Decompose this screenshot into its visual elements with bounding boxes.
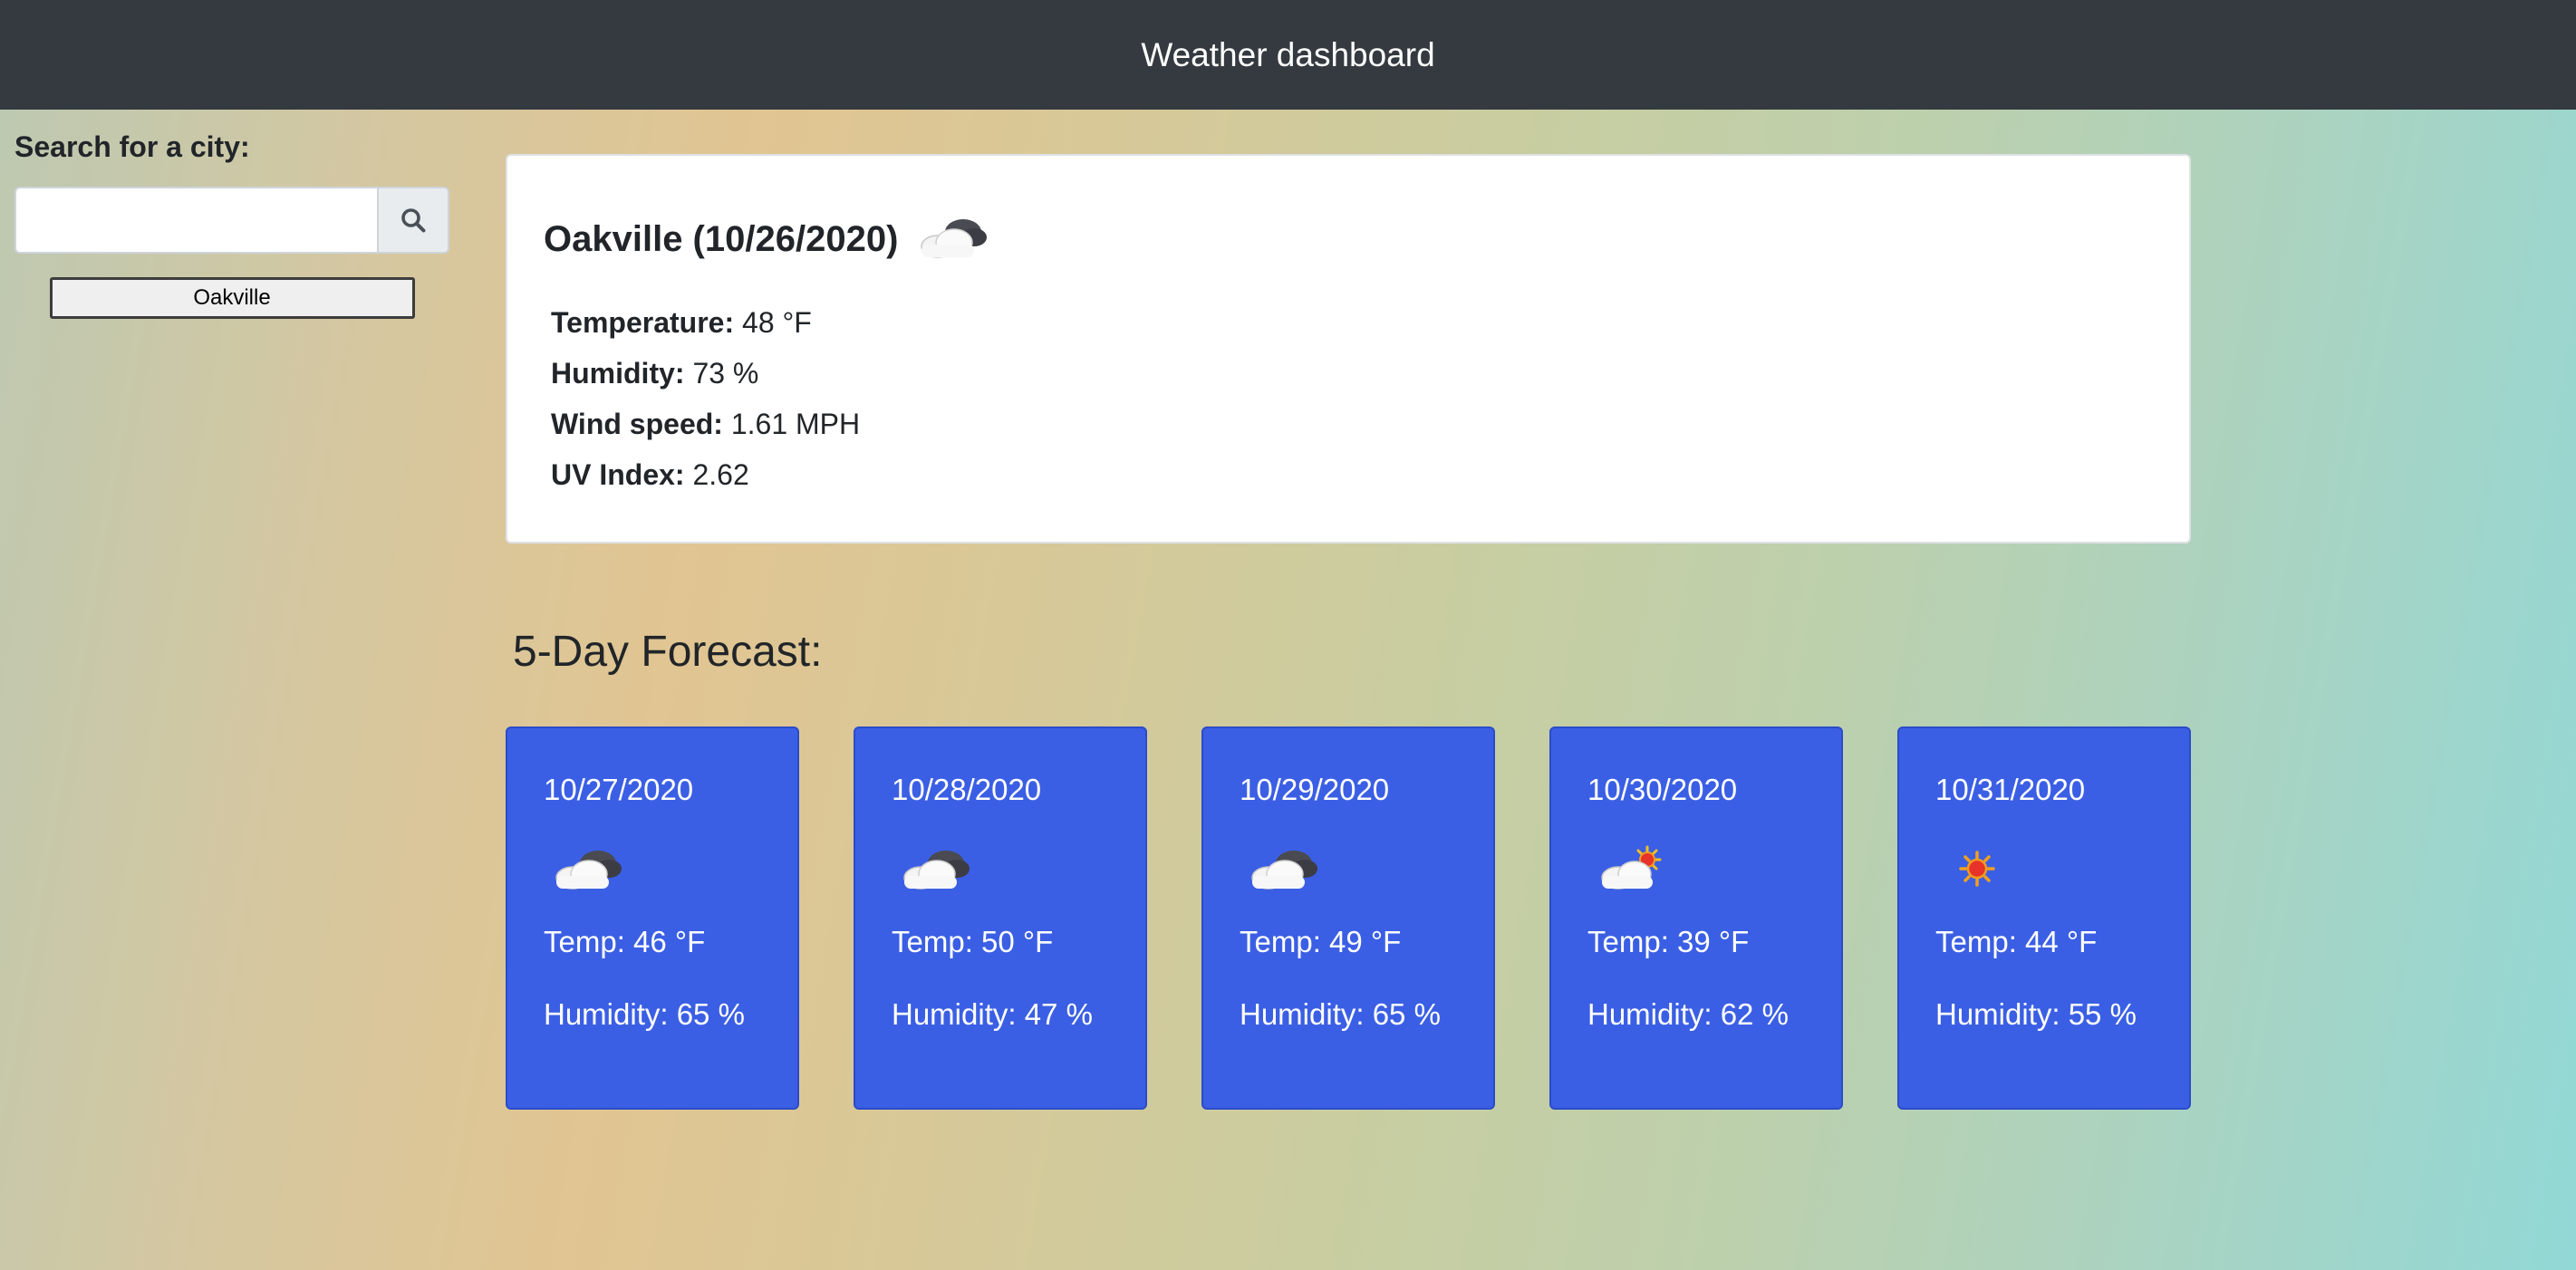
history-button-oakville[interactable]: Oakville [49,277,415,319]
sun-icon [1935,837,2189,900]
current-weather-header: Oakville (10/26/2020) [544,203,2153,275]
forecast-humidity: Humidity: 62 % [1587,997,1789,1031]
forecast-title: 5-Day Forecast: [513,628,823,676]
wind-row: Wind speed: 1.61 MPH [551,399,2153,449]
forecast-temp: Temp: 50 °F [892,925,1054,958]
wind-label: Wind speed: [551,408,723,440]
cloud-moon-icon [909,210,992,269]
wind-value: 1.61 MPH [730,408,861,440]
temperature-row: Temperature: 48 °F [551,297,2153,348]
forecast-temp: Temp: 46 °F [544,925,706,958]
forecast-humidity: Humidity: 65 % [544,997,745,1031]
forecast-date: 10/30/2020 [1587,773,1738,806]
forecast-card: 10/31/2020 Temp: 44 °F Humidity: 55 % [1897,726,2191,1110]
humidity-value: 73 % [692,357,759,390]
forecast-humidity: Humidity: 55 % [1935,997,2137,1031]
current-stats: Temperature: 48 °F Humidity: 73 % Wind s… [544,297,2153,500]
forecast-date: 10/27/2020 [544,773,694,806]
forecast-card: 10/28/2020 Temp: 50 °F Humidity: 47 % [854,726,1147,1110]
cloud-sun-icon [1587,837,1841,900]
forecast-card: 10/30/2020 Temp: 39 °F Humidity: 62 % [1549,726,1843,1110]
uv-row: UV Index: 2.62 [551,449,2153,500]
forecast-humidity: Humidity: 65 % [1240,997,1441,1031]
top-bar: Weather dashboard [0,0,2576,110]
search-button[interactable] [377,187,449,254]
forecast-temp: Temp: 39 °F [1587,925,1750,958]
forecast-row: 10/27/2020 Temp: 46 °F Humidity: 65 % 10… [506,726,2191,1110]
humidity-row: Humidity: 73 % [551,348,2153,399]
forecast-card: 10/27/2020 Temp: 46 °F Humidity: 65 % [506,726,799,1110]
uv-value: 2.62 [692,458,749,491]
search-history: Oakville [14,277,449,319]
page-title: Weather dashboard [1141,35,1435,73]
forecast-card: 10/29/2020 Temp: 49 °F Humidity: 65 % [1201,726,1495,1110]
cloud-moon-icon [1240,837,1493,900]
cloud-moon-icon [892,837,1145,900]
cloud-moon-icon [544,837,797,900]
search-input[interactable] [14,187,377,254]
search-label: Search for a city: [14,130,250,163]
forecast-temp: Temp: 44 °F [1935,925,2098,958]
forecast-date: 10/31/2020 [1935,773,2086,806]
humidity-label: Humidity: [551,357,685,390]
forecast-date: 10/28/2020 [892,773,1042,806]
search-group [14,187,449,254]
current-weather-card: Oakville (10/26/2020) Temperature: 48 °F… [506,154,2191,544]
search-icon [401,208,426,233]
uv-label: UV Index: [551,458,685,491]
forecast-humidity: Humidity: 47 % [892,997,1093,1031]
temperature-value: 48 °F [742,306,812,339]
forecast-temp: Temp: 49 °F [1240,925,1402,958]
forecast-date: 10/29/2020 [1240,773,1390,806]
sidebar: Search for a city: Oakville [14,127,449,319]
current-city-title: Oakville (10/26/2020) [544,218,899,259]
temperature-label: Temperature: [551,306,735,339]
